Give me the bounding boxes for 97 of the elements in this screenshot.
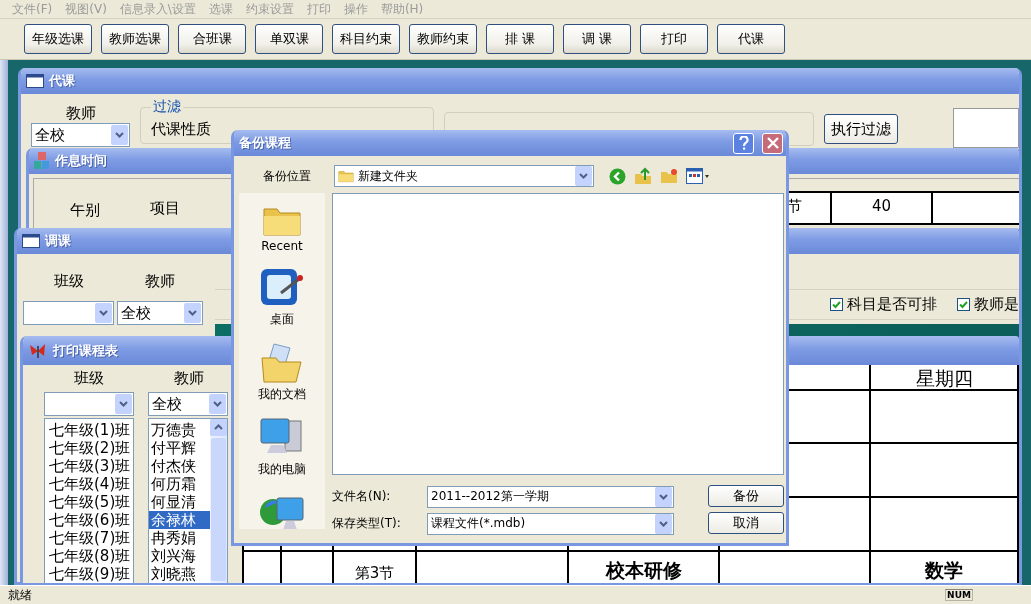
checkbox-label: 教师是 (974, 295, 1019, 314)
window-title: 调课 (45, 232, 71, 250)
place-label[interactable]: 我的电脑 (258, 461, 306, 478)
close-icon (766, 137, 779, 149)
toolbar-button[interactable]: 年级选课 (24, 24, 92, 54)
filter-button[interactable]: 执行过滤 (823, 114, 898, 144)
toolbar-button[interactable]: 合班课 (178, 24, 246, 54)
column-header: 项目 (150, 199, 180, 218)
location-label: 备份位置 (261, 167, 312, 185)
list-item[interactable]: 七年级(2)班 (47, 439, 133, 457)
chevron-down-icon (209, 394, 226, 414)
help-button[interactable] (733, 132, 754, 154)
filename-field[interactable]: 2011--2012第一学期 (427, 485, 674, 508)
place-label[interactable]: 桌面 (270, 311, 294, 328)
location-select[interactable]: 新建文件夹 (334, 165, 594, 187)
list-item[interactable]: 付平辉 (149, 439, 210, 457)
list-item[interactable]: 余禄林 (149, 511, 210, 529)
type-label: 保存类型(T): (332, 515, 402, 532)
status-text: 就绪 (8, 586, 33, 604)
butterfly-icon (28, 342, 48, 359)
filename-label: 文件名(N): (332, 488, 392, 505)
new-folder-icon[interactable] (660, 168, 678, 184)
documents-folder-icon (260, 340, 304, 384)
table-cell: 数学 (871, 552, 1019, 583)
toolbar-button[interactable]: 科目约束 (332, 24, 400, 54)
window-icon (26, 74, 44, 88)
chevron-down-icon (95, 303, 112, 323)
window-icon (22, 234, 40, 248)
chevron-up-icon (210, 419, 227, 436)
class-select[interactable] (23, 301, 114, 325)
list-item[interactable]: 刘晓燕 (149, 565, 210, 583)
chevron-down-icon (115, 394, 132, 414)
checkbox-label: 科目是否可排 (847, 295, 937, 314)
list-item[interactable]: 七年级(4)班 (47, 475, 133, 493)
chevron-down-icon (111, 125, 129, 145)
back-icon[interactable] (609, 167, 626, 185)
folder-icon (338, 169, 354, 183)
place-label[interactable]: 我的文档 (258, 386, 306, 403)
cancel-button[interactable]: 取消 (708, 512, 784, 534)
list-item[interactable]: 七年级(3)班 (47, 457, 133, 475)
toolbar-button[interactable]: 排 课 (486, 24, 554, 54)
list-item[interactable]: 何显清 (149, 493, 210, 511)
teacher-label: 教师 (65, 104, 96, 123)
list-item[interactable]: 何历霜 (149, 475, 210, 493)
toolbar-button[interactable]: 代课 (717, 24, 785, 54)
class-label: 班级 (73, 369, 105, 388)
toolbar-button[interactable]: 教师约束 (409, 24, 477, 54)
filter-legend: 过滤 (151, 98, 184, 116)
list-item[interactable]: 万德贵 (149, 421, 210, 439)
table-cell: 第3节 (334, 552, 417, 583)
list-item[interactable]: 七年级(6)班 (47, 511, 133, 529)
chevron-down-icon (655, 513, 672, 534)
list-item[interactable]: 七年级(7)班 (47, 529, 133, 547)
column-header: 午别 (70, 201, 100, 220)
up-folder-icon[interactable] (634, 167, 652, 185)
teacher-select[interactable]: 全校 (117, 301, 203, 325)
table-cell: 40 (832, 193, 933, 225)
teacher-label: 教师 (173, 369, 205, 388)
toolbar-button[interactable]: 打印 (640, 24, 708, 54)
table-cell: 校本研修 (569, 552, 720, 583)
table-cell: 星期四 (871, 365, 1019, 391)
toolbar-button[interactable]: 教师选课 (101, 24, 169, 54)
class-select[interactable] (44, 392, 134, 416)
file-type-select[interactable]: 课程文件(*.mdb) (427, 512, 674, 535)
list-item[interactable]: 七年级(9)班 (47, 565, 133, 583)
teacher-label: 教师 (144, 272, 177, 291)
help-icon (738, 136, 749, 150)
view-menu-icon[interactable] (686, 168, 710, 184)
teacher-select[interactable]: 全校 (31, 123, 131, 147)
dialog-title: 备份课程 (239, 134, 292, 152)
checkbox[interactable] (957, 298, 970, 311)
type-label: 代课性质 (151, 120, 212, 139)
blocks-icon (34, 152, 50, 170)
window-title: 代课 (49, 72, 75, 90)
table-cell: 节 (787, 193, 832, 225)
teacher-select[interactable]: 全校 (148, 392, 228, 416)
chevron-down-icon (575, 166, 592, 186)
toolbar-button[interactable]: 单双课 (255, 24, 323, 54)
chevron-down-icon (184, 303, 201, 323)
list-item[interactable]: 七年级(1)班 (47, 421, 133, 439)
place-label[interactable]: Recent (261, 239, 303, 253)
window-title: 打印课程表 (53, 341, 118, 360)
checkbox[interactable] (830, 298, 843, 311)
chevron-down-icon (655, 486, 672, 507)
list-item[interactable]: 冉秀娟 (149, 529, 210, 547)
window-title: 作息时间 (55, 152, 107, 170)
preview-box (952, 108, 1019, 148)
list-item[interactable]: 七年级(8)班 (47, 547, 133, 565)
toolbar-button[interactable]: 调 课 (563, 24, 631, 54)
class-label: 班级 (53, 272, 86, 291)
num-indicator: NUM (945, 589, 973, 601)
scrollbar[interactable] (210, 419, 227, 583)
list-item[interactable]: 七年级(5)班 (47, 493, 133, 511)
backup-button[interactable]: 备份 (708, 485, 784, 507)
close-button[interactable] (762, 132, 783, 154)
list-item[interactable]: 付杰侠 (149, 457, 210, 475)
list-item[interactable]: 刘兴海 (149, 547, 210, 565)
